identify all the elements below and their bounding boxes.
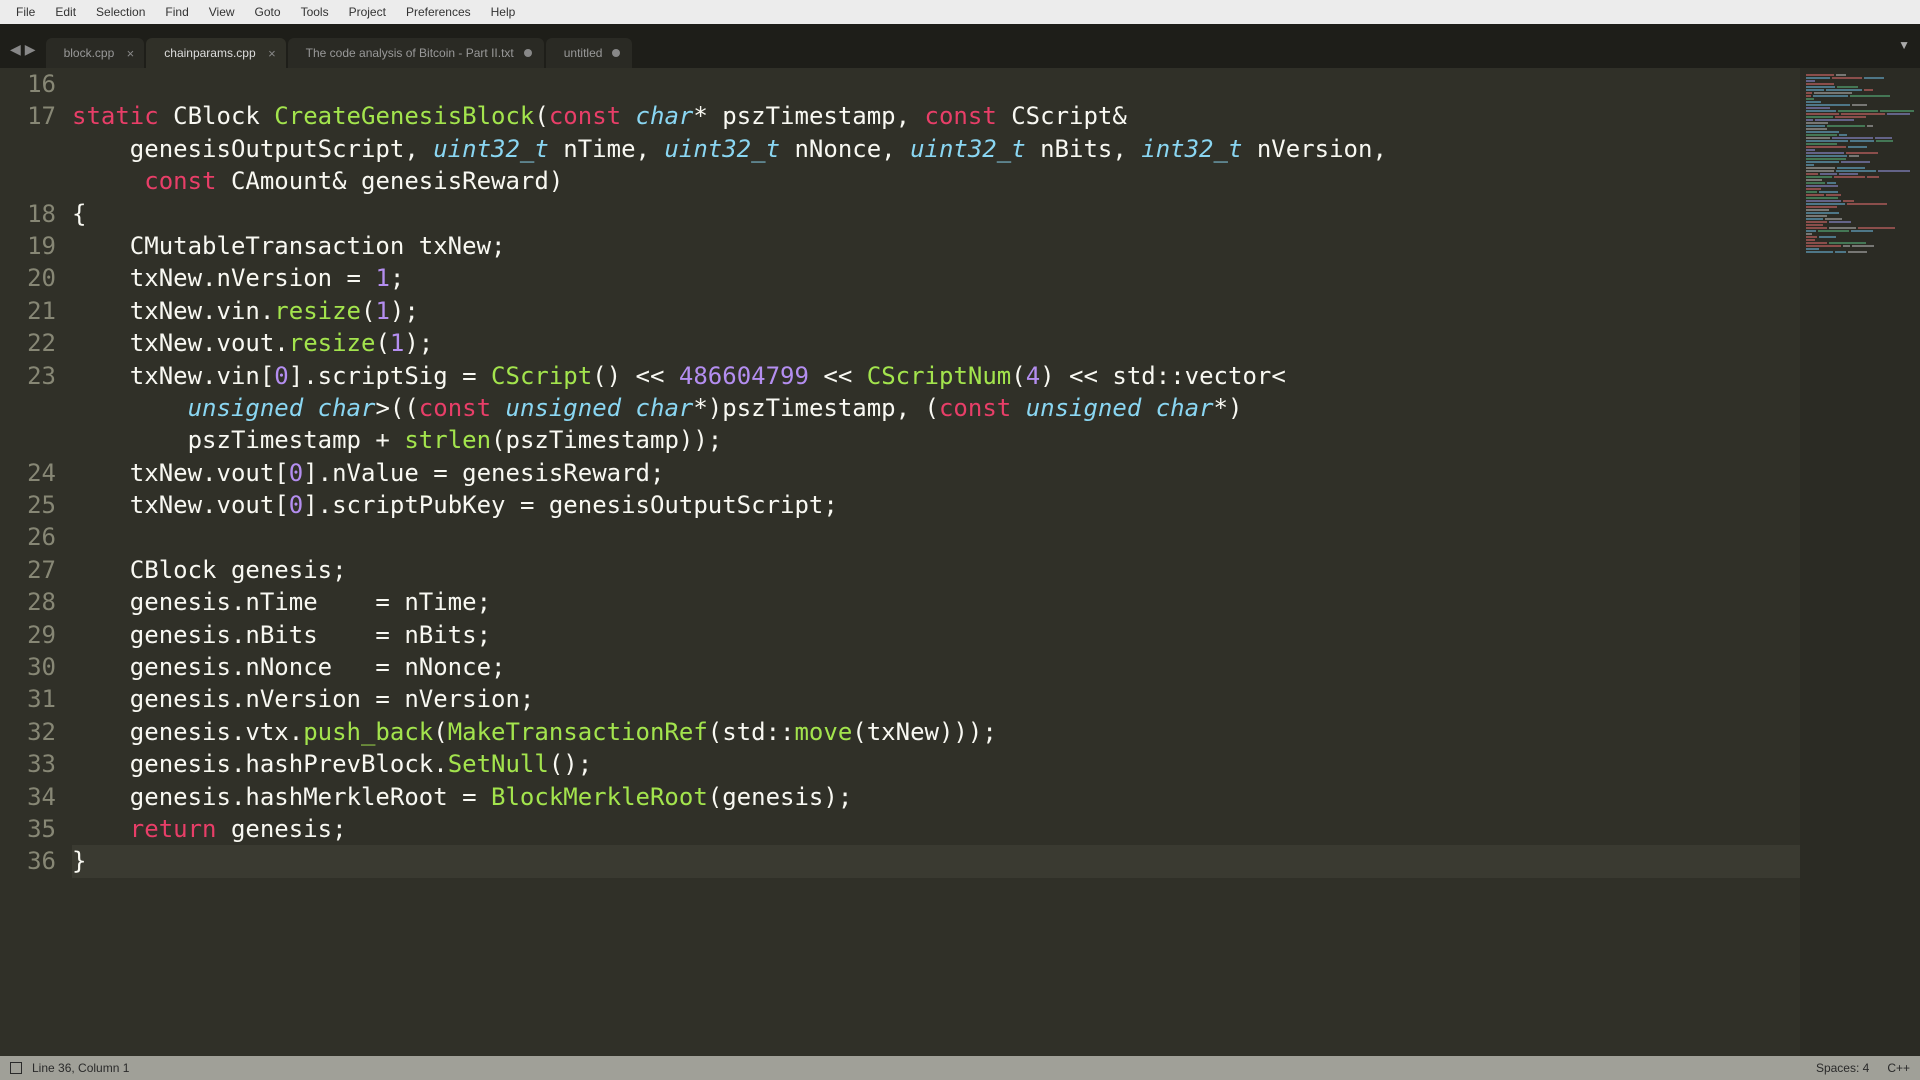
close-icon[interactable]: × — [268, 46, 276, 61]
panel-switch-icon[interactable] — [10, 1062, 22, 1074]
menu-project[interactable]: Project — [339, 1, 396, 23]
code-line[interactable]: pszTimestamp + strlen(pszTimestamp)); — [72, 424, 1800, 456]
statusbar: Line 36, Column 1 Spaces: 4 C++ — [0, 1056, 1920, 1080]
code-line[interactable]: CMutableTransaction txNew; — [72, 230, 1800, 262]
line-number: 24 — [0, 457, 56, 489]
tab-label: chainparams.cpp — [164, 46, 255, 60]
menu-find[interactable]: Find — [155, 1, 198, 23]
code-line[interactable]: txNew.vin[0].scriptSig = CScript() << 48… — [72, 360, 1800, 392]
line-number: 23 — [0, 360, 56, 392]
menu-goto[interactable]: Goto — [245, 1, 291, 23]
tab-the-code-analysis-of-bitcoin-part-ii-txt[interactable]: The code analysis of Bitcoin - Part II.t… — [288, 38, 544, 68]
line-number — [0, 424, 56, 456]
menubar: FileEditSelectionFindViewGotoToolsProjec… — [0, 0, 1920, 24]
line-number: 21 — [0, 295, 56, 327]
code-line[interactable]: txNew.vout[0].nValue = genesisReward; — [72, 457, 1800, 489]
code-line[interactable]: return genesis; — [72, 813, 1800, 845]
line-number: 20 — [0, 262, 56, 294]
close-icon[interactable]: × — [127, 46, 135, 61]
code-line[interactable]: static CBlock CreateGenesisBlock(const c… — [72, 100, 1800, 132]
code-content[interactable]: static CBlock CreateGenesisBlock(const c… — [72, 68, 1800, 1056]
line-number: 34 — [0, 781, 56, 813]
line-number — [0, 165, 56, 197]
code-line[interactable]: genesis.vtx.push_back(MakeTransactionRef… — [72, 716, 1800, 748]
line-number: 28 — [0, 586, 56, 618]
line-number: 17 — [0, 100, 56, 132]
line-number — [0, 133, 56, 165]
line-number: 35 — [0, 813, 56, 845]
editor-area[interactable]: 1617 181920212223 242526272829303132333435… — [0, 68, 1920, 1056]
code-line[interactable]: txNew.vout.resize(1); — [72, 327, 1800, 359]
code-line[interactable]: const CAmount& genesisReward) — [72, 165, 1800, 197]
minimap[interactable] — [1800, 68, 1920, 1056]
line-number: 25 — [0, 489, 56, 521]
code-line[interactable]: genesis.nTime = nTime; — [72, 586, 1800, 618]
menu-view[interactable]: View — [199, 1, 245, 23]
nav-back-icon[interactable]: ◀ — [10, 41, 21, 58]
menu-help[interactable]: Help — [481, 1, 526, 23]
nav-forward-icon[interactable]: ▶ — [25, 41, 36, 58]
code-line[interactable]: { — [72, 198, 1800, 230]
menu-tools[interactable]: Tools — [291, 1, 339, 23]
line-number: 29 — [0, 619, 56, 651]
line-number: 31 — [0, 683, 56, 715]
dirty-indicator-icon — [612, 49, 620, 57]
line-number: 36 — [0, 845, 56, 877]
cursor-position[interactable]: Line 36, Column 1 — [32, 1061, 129, 1075]
tab-block-cpp[interactable]: block.cpp × — [46, 38, 145, 68]
code-line[interactable]: CBlock genesis; — [72, 554, 1800, 586]
code-line[interactable]: genesis.nBits = nBits; — [72, 619, 1800, 651]
code-line[interactable]: genesis.nVersion = nVersion; — [72, 683, 1800, 715]
line-number: 22 — [0, 327, 56, 359]
menu-preferences[interactable]: Preferences — [396, 1, 481, 23]
tab-history-nav[interactable]: ◀ ▶ — [0, 41, 46, 68]
line-number: 33 — [0, 748, 56, 780]
code-line[interactable]: txNew.vout[0].scriptPubKey = genesisOutp… — [72, 489, 1800, 521]
indent-setting[interactable]: Spaces: 4 — [1816, 1061, 1869, 1075]
code-line[interactable]: txNew.vin.resize(1); — [72, 295, 1800, 327]
code-line[interactable]: genesis.hashMerkleRoot = BlockMerkleRoot… — [72, 781, 1800, 813]
code-line[interactable]: } — [72, 845, 1800, 877]
line-number: 30 — [0, 651, 56, 683]
dirty-indicator-icon — [524, 49, 532, 57]
menu-selection[interactable]: Selection — [86, 1, 155, 23]
line-number: 26 — [0, 521, 56, 553]
code-line[interactable]: unsigned char>((const unsigned char*)psz… — [72, 392, 1800, 424]
code-line[interactable] — [72, 68, 1800, 100]
tab-label: The code analysis of Bitcoin - Part II.t… — [306, 46, 514, 60]
tab-chainparams-cpp[interactable]: chainparams.cpp × — [146, 38, 285, 68]
tab-overflow-icon[interactable]: ▼ — [1898, 38, 1910, 52]
line-number: 27 — [0, 554, 56, 586]
syntax-language[interactable]: C++ — [1887, 1061, 1910, 1075]
line-number — [0, 392, 56, 424]
tab-label: untitled — [564, 46, 603, 60]
code-line[interactable]: txNew.nVersion = 1; — [72, 262, 1800, 294]
line-number: 18 — [0, 198, 56, 230]
line-number: 32 — [0, 716, 56, 748]
line-number: 19 — [0, 230, 56, 262]
code-line[interactable] — [72, 521, 1800, 553]
code-line[interactable]: genesis.hashPrevBlock.SetNull(); — [72, 748, 1800, 780]
tab-label: block.cpp — [64, 46, 115, 60]
menu-file[interactable]: File — [6, 1, 45, 23]
tabbar: ◀ ▶ block.cpp × chainparams.cpp × The code a… — [0, 24, 1920, 68]
code-line[interactable]: genesisOutputScript, uint32_t nTime, uin… — [72, 133, 1800, 165]
tab-untitled[interactable]: untitled — [546, 38, 633, 68]
menu-edit[interactable]: Edit — [45, 1, 86, 23]
line-number-gutter: 1617 181920212223 242526272829303132333435… — [0, 68, 72, 1056]
code-line[interactable]: genesis.nNonce = nNonce; — [72, 651, 1800, 683]
line-number: 16 — [0, 68, 56, 100]
